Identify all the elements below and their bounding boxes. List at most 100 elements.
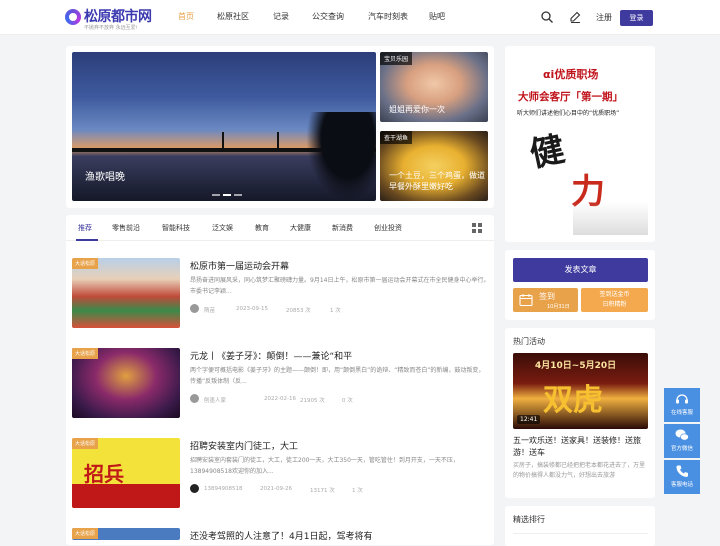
hot-activity-headline[interactable]: 五一欢乐送！送家具！送装修！送旅游！送车 xyxy=(513,435,648,459)
article-summary: 两个字便可概括电影《姜子牙》的主题——颠倒！即，用“颠倒黑白”的诡辩、“精致而苍… xyxy=(190,367,485,385)
logo-slogan: 不抛弃不放弃 永远互爱! xyxy=(84,25,138,31)
article-date: 2023-09-15 xyxy=(236,306,268,312)
article-tag: 大话松原 xyxy=(72,438,99,449)
sign-in-reward[interactable]: 签到送金币 日积精粉 xyxy=(581,288,648,312)
hot-banner-text: 4月10日~5月20日 xyxy=(535,361,617,371)
article-thumbnail[interactable]: 大话松原 xyxy=(72,348,180,418)
hot-activity-image[interactable]: 4月10日~5月20日 双虎 12:41 xyxy=(513,353,648,429)
side-slide-title[interactable]: 姐姐再爱你一次 xyxy=(389,104,445,115)
article-thumbnail[interactable]: 大话松原 xyxy=(72,258,180,328)
sign-reward-line: 签到送金币 xyxy=(599,291,630,298)
calendar-icon xyxy=(519,294,533,307)
ad-subtitle: 听大师们讲述他们心目中的“优质职场” xyxy=(517,110,620,117)
float-label: 官方微信 xyxy=(670,446,693,452)
recruit-banner xyxy=(72,484,180,508)
article-item[interactable]: 大话松原 松原市第一届运动会开幕 昂扬奋进同展风采，同心筑梦汇聚磅礴力量。9月1… xyxy=(66,258,494,334)
edit-icon[interactable] xyxy=(568,10,582,24)
article-views: 20853 次 xyxy=(286,308,311,314)
side-slide-tag: 查干湖鱼 xyxy=(380,131,413,144)
slide-dot xyxy=(212,194,220,196)
article-tag: 大话松原 xyxy=(72,258,99,269)
nav-bus-schedule[interactable]: 汽车时刻表 xyxy=(368,11,408,22)
site-header: 松原都市网 不抛弃不放弃 永远互爱! 首页 松原社区 记录 公交查询 汽车时刻表… xyxy=(0,0,720,35)
article-comments: 1 次 xyxy=(330,308,341,314)
side-slide-tag: 宝贝乐园 xyxy=(380,52,413,65)
nav-tieba[interactable]: 贴吧 xyxy=(429,11,445,22)
ad-cityscape xyxy=(573,202,648,235)
phone-icon xyxy=(676,465,688,477)
tab-tech[interactable]: 智能科技 xyxy=(162,223,190,233)
slide-indicator[interactable] xyxy=(212,189,245,198)
sign-in-label: 签到 xyxy=(539,292,555,301)
tab-education[interactable]: 教育 xyxy=(255,223,269,233)
logo-icon xyxy=(65,9,81,25)
recruit-graphic: 招兵 xyxy=(84,462,124,486)
float-label: 客服电话 xyxy=(670,482,693,488)
ad-title: 大师会客厅「第一期」 xyxy=(518,91,623,103)
tab-consumption[interactable]: 新消费 xyxy=(332,223,353,233)
ad-banner[interactable]: αi优质职场 大师会客厅「第一期」 听大师们讲述他们心目中的“优质职场” 健 力 xyxy=(513,52,648,235)
wechat-icon xyxy=(675,429,689,441)
article-date: 2022-02-16 xyxy=(264,396,296,402)
article-title[interactable]: 还没考驾照的人注意了！4月1日起，驾考将有 xyxy=(190,529,372,542)
slide-caption[interactable]: 渔歌唱晚 xyxy=(85,168,125,183)
tab-health[interactable]: 大健康 xyxy=(290,223,311,233)
category-tabs: 推荐 零售前沿 智能科技 泛文娱 教育 大健康 新消费 创业投资 xyxy=(66,215,494,241)
hot-banner-graphic: 双虎 xyxy=(543,383,603,418)
ranking-title: 精选排行 xyxy=(513,515,545,524)
float-wechat[interactable]: 官方微信 xyxy=(664,424,700,458)
sign-in-date: 10月31日 xyxy=(547,304,570,310)
tab-recommend[interactable]: 推荐 xyxy=(78,223,92,233)
article-author[interactable]: 隋苗 xyxy=(204,306,215,314)
logo-text: 松原都市网 xyxy=(84,9,152,25)
article-comments: 0 次 xyxy=(342,398,353,404)
tree-silhouette xyxy=(306,112,376,201)
article-author[interactable]: 13894908518 xyxy=(204,486,243,492)
article-title[interactable]: 松原市第一届运动会开幕 xyxy=(190,259,289,272)
article-thumbnail[interactable]: 大话松原 xyxy=(72,528,180,540)
ad-brand: αi优质职场 xyxy=(543,68,599,81)
side-slide-title[interactable]: 一个土豆，三个鸡蛋，做道早餐外酥里嫩好吃 xyxy=(389,170,485,192)
ranking-divider xyxy=(513,533,648,534)
slide-dot xyxy=(234,194,242,196)
article-item[interactable]: 大话松原 招兵 招聘安装室内门徒工，大工 招聘安装室内套装门的徒工，大工，徒工2… xyxy=(66,438,494,514)
sign-reward-line: 日积精粉 xyxy=(602,301,627,308)
publish-button[interactable]: 发表文章 xyxy=(513,258,648,282)
slide-dot xyxy=(223,194,231,196)
tab-entertainment[interactable]: 泛文娱 xyxy=(212,223,233,233)
article-title[interactable]: 招聘安装室内门徒工，大工 xyxy=(190,439,298,452)
nav-records[interactable]: 记录 xyxy=(273,11,289,22)
article-thumbnail[interactable]: 大话松原 招兵 xyxy=(72,438,180,508)
article-summary: 招聘安装室内套装门的徒工，大工，徒工200一天，大工350一天，管吃管住！到月开… xyxy=(190,457,459,475)
hot-activity-title: 热门活动 xyxy=(513,337,545,346)
video-duration: 12:41 xyxy=(517,415,541,424)
article-views: 13171 次 xyxy=(310,488,335,494)
article-author[interactable]: 刨墨人家 xyxy=(204,396,226,404)
article-item[interactable]: 大话松原 还没考驾照的人注意了！4月1日起，驾考将有 xyxy=(66,528,494,542)
article-tag: 大话松原 xyxy=(72,528,99,539)
tab-retail[interactable]: 零售前沿 xyxy=(112,223,140,233)
nav-bus[interactable]: 公交查询 xyxy=(312,11,344,22)
article-tag: 大话松原 xyxy=(72,348,99,359)
article-title[interactable]: 元龙丨《姜子牙》：颠倒！——兼论“和平 xyxy=(190,349,352,362)
sign-in-button[interactable]: 签到 10月31日 xyxy=(513,288,578,312)
float-label: 在线客服 xyxy=(670,410,693,416)
grid-icon[interactable] xyxy=(472,223,482,233)
article-views: 21905 次 xyxy=(300,398,325,404)
float-online-service[interactable]: 在线客服 xyxy=(664,388,700,422)
active-tab-underline xyxy=(76,239,98,241)
login-button[interactable]: 登录 xyxy=(620,10,653,26)
article-item[interactable]: 大话松原 元龙丨《姜子牙》：颠倒！——兼论“和平 两个字便可概括电影《姜子牙》的… xyxy=(66,348,494,424)
author-avatar[interactable] xyxy=(190,484,199,493)
hot-activity-summary: 买房子，搞装修都已经把把老本都花进去了，万里的物价搞得人都没力气，好想出去旅游 xyxy=(513,462,646,479)
article-date: 2021-09-26 xyxy=(260,486,292,492)
author-avatar[interactable] xyxy=(190,304,199,313)
float-phone[interactable]: 客服电话 xyxy=(664,460,700,494)
tab-startup[interactable]: 创业投资 xyxy=(374,223,402,233)
nav-community[interactable]: 松原社区 xyxy=(217,11,249,22)
author-avatar[interactable] xyxy=(190,394,199,403)
nav-home[interactable]: 首页 xyxy=(178,11,194,22)
register-link[interactable]: 注册 xyxy=(596,12,612,23)
headset-icon xyxy=(676,394,688,404)
search-icon[interactable] xyxy=(540,10,554,24)
